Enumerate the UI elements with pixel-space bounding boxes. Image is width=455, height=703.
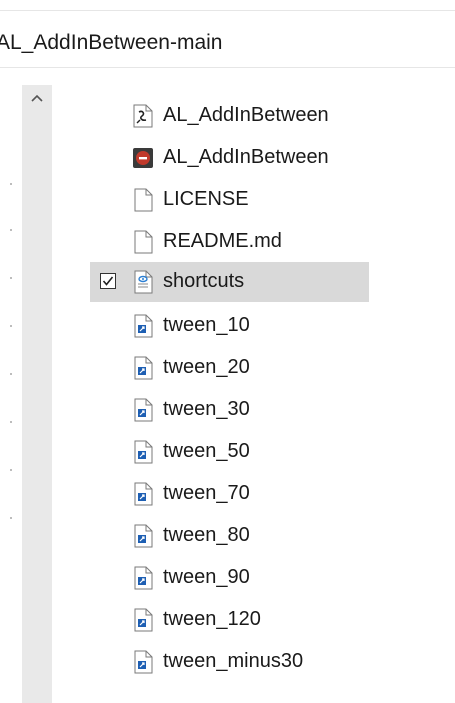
shortcut-file-icon (132, 440, 154, 464)
file-name: shortcuts (163, 270, 245, 292)
file-row[interactable]: AL_AddInBetween (90, 96, 369, 136)
file-name: tween_70 (163, 482, 250, 504)
file-name: tween_80 (163, 524, 250, 546)
file-row[interactable]: tween_10 (90, 306, 369, 346)
file-list: AL_AddInBetween AL_AddInBetween LICENSE REA… (0, 0, 455, 703)
file-row[interactable]: tween_20 (90, 348, 369, 388)
file-row[interactable]: tween_120 (90, 600, 369, 640)
shortcut-file-icon (132, 524, 154, 548)
file-name: tween_minus30 (163, 650, 304, 672)
file-name: AL_AddInBetween (163, 146, 329, 168)
file-row[interactable]: tween_80 (90, 516, 369, 556)
file-name: tween_120 (163, 608, 261, 630)
script-file-icon (132, 104, 154, 128)
file-name: tween_90 (163, 566, 250, 588)
file-row[interactable]: tween_90 (90, 558, 369, 598)
file-name: README.md (163, 230, 282, 252)
file-row[interactable]: tween_minus30 (90, 642, 369, 682)
file-row[interactable]: AL_AddInBetween (90, 138, 369, 178)
selection-checkbox[interactable] (100, 273, 116, 289)
file-name: tween_30 (163, 398, 250, 420)
shortcut-file-icon (132, 356, 154, 380)
file-row[interactable]: LICENSE (90, 180, 369, 220)
file-row-selected[interactable]: shortcuts (90, 262, 369, 302)
file-name: tween_50 (163, 440, 250, 462)
file-row[interactable]: tween_70 (90, 474, 369, 514)
blank-file-icon (132, 188, 154, 212)
shortcut-file-icon (132, 314, 154, 338)
file-name: tween_20 (163, 356, 250, 378)
shortcut-file-icon (132, 398, 154, 422)
red-app-icon (132, 146, 154, 170)
checkmark-icon (102, 276, 114, 286)
file-name: tween_10 (163, 314, 250, 336)
blank-file-icon (132, 230, 154, 254)
file-name: AL_AddInBetween (163, 104, 329, 126)
shortcut-file-icon (132, 566, 154, 590)
file-row[interactable]: tween_30 (90, 390, 369, 430)
config-file-icon (132, 270, 154, 294)
shortcut-file-icon (132, 482, 154, 506)
shortcut-file-icon (132, 650, 154, 674)
file-row[interactable]: README.md (90, 222, 369, 262)
shortcut-file-icon (132, 608, 154, 632)
file-name: LICENSE (163, 188, 249, 210)
file-row[interactable]: tween_50 (90, 432, 369, 472)
